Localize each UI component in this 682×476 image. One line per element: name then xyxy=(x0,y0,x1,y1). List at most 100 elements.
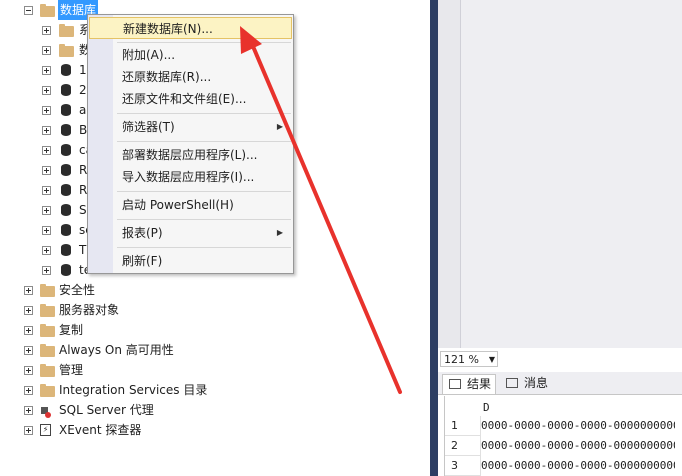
submenu-arrow-icon: ▶ xyxy=(276,122,283,131)
expand-icon[interactable] xyxy=(24,406,33,415)
tree-node[interactable]: 数 xyxy=(0,40,91,60)
tree-node-xevent-profiler[interactable]: ⚡ XEvent 探查器 xyxy=(0,420,200,440)
pane-splitter[interactable] xyxy=(430,0,438,476)
database-icon xyxy=(61,184,71,196)
folder-icon xyxy=(59,24,74,37)
grid-icon xyxy=(449,379,461,389)
tree-node[interactable]: B xyxy=(0,120,90,140)
database-icon xyxy=(61,244,71,256)
tree-node-label: XEvent 探查器 xyxy=(59,423,142,437)
folder-icon xyxy=(40,384,55,397)
row-number[interactable]: 1 xyxy=(445,416,481,436)
menu-separator xyxy=(117,42,291,43)
tree-node[interactable]: ca xyxy=(0,140,93,160)
tree-node-label: Integration Services 目录 xyxy=(59,383,208,397)
tree-node-sql-agent[interactable]: SQL Server 代理 xyxy=(0,400,200,420)
expand-icon[interactable] xyxy=(42,146,51,155)
menu-item-refresh[interactable]: 刷新(F) xyxy=(115,250,291,272)
column-header[interactable]: D xyxy=(483,398,673,418)
tab-results[interactable]: 结果 xyxy=(442,374,496,394)
collapse-icon[interactable] xyxy=(24,6,33,15)
expand-icon[interactable] xyxy=(42,226,51,235)
expand-icon[interactable] xyxy=(42,266,51,275)
database-icon xyxy=(61,144,71,156)
expand-icon[interactable] xyxy=(24,426,33,435)
menu-item-import-data-tier[interactable]: 导入数据层应用程序(I)... xyxy=(115,166,291,188)
expand-icon[interactable] xyxy=(24,286,33,295)
sql-agent-icon xyxy=(40,404,52,418)
menu-item-reports[interactable]: 报表(P) ▶ xyxy=(115,222,291,244)
tree-node-label: SQL Server 代理 xyxy=(59,403,154,417)
tree-node-security[interactable]: 安全性 xyxy=(0,280,200,300)
expand-icon[interactable] xyxy=(24,326,33,335)
row-number[interactable]: 2 xyxy=(445,436,481,456)
menu-item-new-database[interactable]: 新建数据库(N)... xyxy=(89,17,292,39)
tree-node[interactable]: 2 xyxy=(0,80,90,100)
expand-icon[interactable] xyxy=(42,246,51,255)
tree-node[interactable]: te xyxy=(0,260,91,280)
grid-cell[interactable]: 0000-0000-0000-0000-000000000000 xyxy=(481,456,675,476)
chevron-down-icon: ▼ xyxy=(488,355,495,364)
folder-icon xyxy=(40,364,55,377)
tree-node-server-objects[interactable]: 服务器对象 xyxy=(0,300,200,320)
menu-item-deploy-data-tier[interactable]: 部署数据层应用程序(L)... xyxy=(115,144,291,166)
tree-node-label: 安全性 xyxy=(59,283,96,297)
tree-node[interactable]: R xyxy=(0,160,90,180)
menu-item-label: 筛选器(T) xyxy=(122,120,175,134)
zoom-dropdown[interactable]: 121 % ▼ xyxy=(440,351,498,367)
tree-node[interactable]: T xyxy=(0,240,90,260)
menu-item-attach[interactable]: 附加(A)... xyxy=(115,44,291,66)
menu-item-restore-database[interactable]: 还原数据库(R)... xyxy=(115,66,291,88)
expand-icon[interactable] xyxy=(42,46,51,55)
expand-icon[interactable] xyxy=(42,126,51,135)
tree-node-replication[interactable]: 复制 xyxy=(0,320,200,340)
tree-node-label: 管理 xyxy=(59,363,84,377)
menu-separator xyxy=(117,191,291,192)
tree-node-integration-services[interactable]: Integration Services 目录 xyxy=(0,380,240,400)
context-menu: 新建数据库(N)... 附加(A)... 还原数据库(R)... 还原文件和文件… xyxy=(87,14,294,274)
tree-node-label: S xyxy=(79,203,87,217)
grid-cell[interactable]: 0000-0000-0000-0000-000000000000 xyxy=(481,416,675,436)
folder-icon xyxy=(59,44,74,57)
tree-node-label: 服务器对象 xyxy=(59,303,120,317)
expand-icon[interactable] xyxy=(42,86,51,95)
menu-item-label: 报表(P) xyxy=(122,226,163,240)
folder-icon xyxy=(40,4,55,17)
menu-item-label: 新建数据库(N)... xyxy=(123,22,213,36)
zoom-value: 121 % xyxy=(444,353,479,366)
tree-node[interactable]: S xyxy=(0,200,90,220)
tree-node[interactable]: R xyxy=(0,180,90,200)
tree-node[interactable]: 系 xyxy=(0,20,91,40)
tree-node[interactable]: a xyxy=(0,100,90,120)
tree-node-management[interactable]: 管理 xyxy=(0,360,200,380)
row-number[interactable]: 3 xyxy=(445,456,481,476)
folder-icon xyxy=(40,344,55,357)
query-editor-area[interactable] xyxy=(438,0,682,348)
folder-icon xyxy=(40,284,55,297)
expand-icon[interactable] xyxy=(24,346,33,355)
database-icon xyxy=(61,84,71,96)
menu-item-filter[interactable]: 筛选器(T) ▶ xyxy=(115,116,291,138)
menu-item-restore-files[interactable]: 还原文件和文件组(E)... xyxy=(115,88,291,110)
tree-node[interactable]: se xyxy=(0,220,93,240)
menu-item-start-powershell[interactable]: 启动 PowerShell(H) xyxy=(115,194,291,216)
menu-separator xyxy=(117,141,291,142)
tree-node[interactable]: 1 xyxy=(0,60,90,80)
grid-cell[interactable]: 0000-0000-0000-0000-000000000000 xyxy=(481,436,675,456)
expand-icon[interactable] xyxy=(42,206,51,215)
expand-icon[interactable] xyxy=(42,186,51,195)
menu-item-label: 部署数据层应用程序(L)... xyxy=(122,148,258,162)
xevent-icon: ⚡ xyxy=(40,424,51,436)
expand-icon[interactable] xyxy=(42,106,51,115)
expand-icon[interactable] xyxy=(42,66,51,75)
tab-messages[interactable]: 消息 xyxy=(500,374,552,393)
expand-icon[interactable] xyxy=(42,166,51,175)
expand-icon[interactable] xyxy=(42,26,51,35)
menu-item-label: 启动 PowerShell(H) xyxy=(122,198,234,212)
tree-node-label: Always On 高可用性 xyxy=(59,343,174,357)
expand-icon[interactable] xyxy=(24,366,33,375)
expand-icon[interactable] xyxy=(24,306,33,315)
expand-icon[interactable] xyxy=(24,386,33,395)
menu-item-label: 附加(A)... xyxy=(122,48,176,62)
tree-node-always-on[interactable]: Always On 高可用性 xyxy=(0,340,220,360)
